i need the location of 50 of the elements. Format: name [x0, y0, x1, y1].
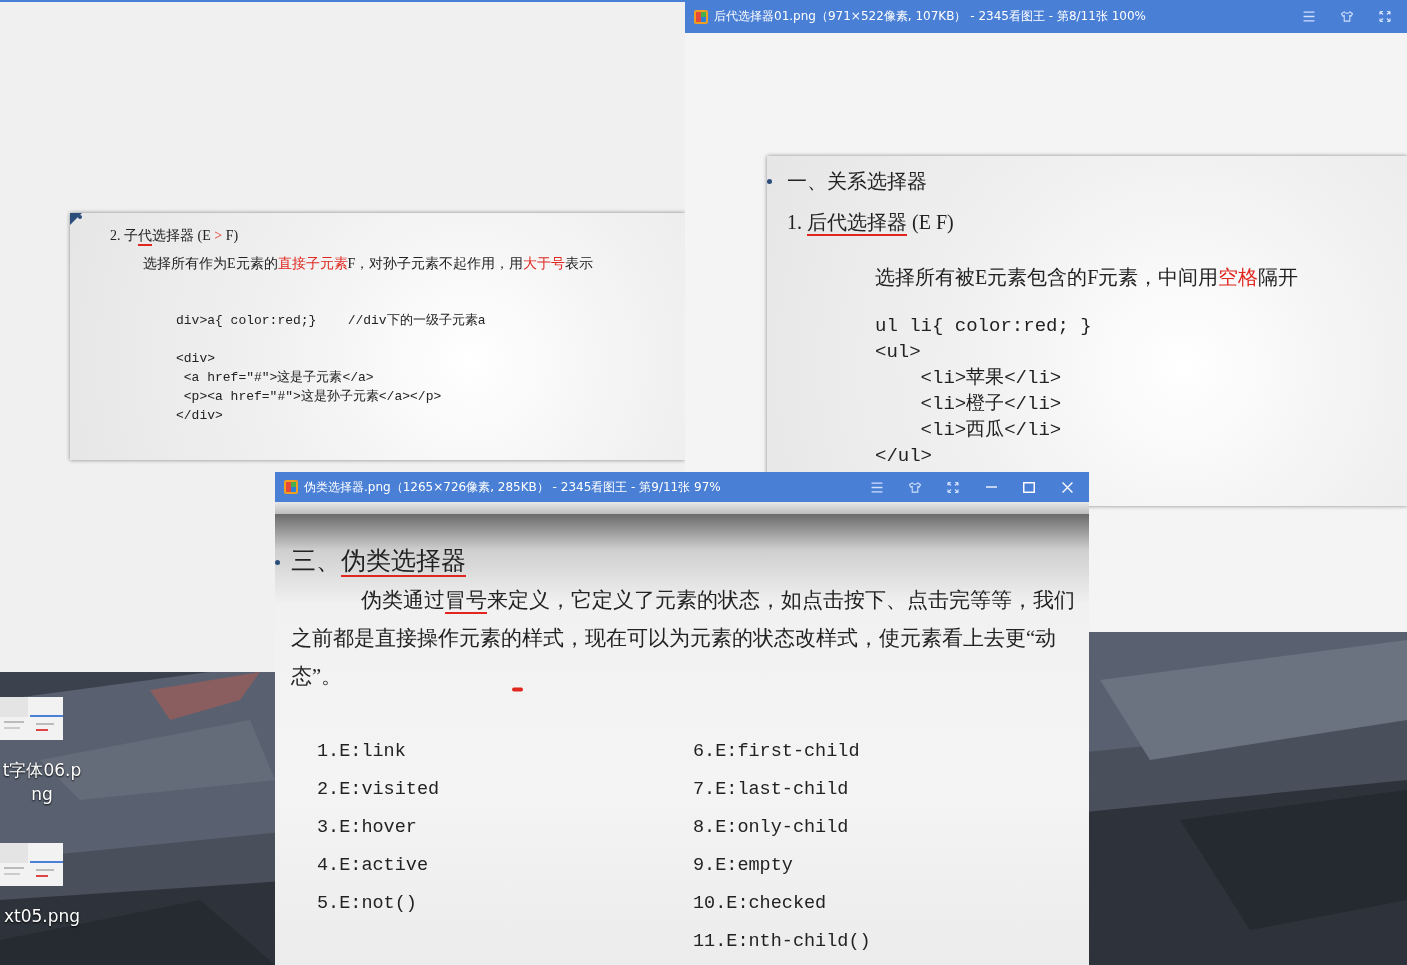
file-name[interactable]: t字体06.png	[0, 758, 84, 806]
code-line: </ul>	[875, 444, 933, 469]
slide-description: 选择所有被E元素包含的F元素，中间用空格隔开	[875, 265, 1300, 290]
minimize-icon	[985, 486, 997, 488]
file-name[interactable]: xt05.png	[0, 904, 84, 928]
slide-paragraph: 伪类通过冒号来定义，它定义了元素的状态，如点击按下、点击完等等，我们之前都是直接操作元素的样式，现在可以为元素的状态改样式，使元素看上去更“动态”。	[291, 588, 1076, 689]
list-item: 2.E:visited	[317, 778, 441, 802]
slide-heading: 2. 子代选择器 (E > F)	[110, 227, 685, 245]
list-item: 6.E:first-child	[693, 740, 861, 764]
bullet-icon	[275, 560, 280, 565]
code-line: </div>	[176, 407, 224, 425]
slide-heading: 1. 后代选择器 (E F)	[787, 209, 1407, 236]
slide-description: 选择所有作为E元素的直接子元素F，对孙子元素不起作用，用大于号表示	[143, 255, 595, 273]
shirt-icon	[909, 481, 921, 493]
code-line: <div>	[176, 350, 216, 368]
shirt-icon	[1341, 11, 1353, 22]
list-item: 9.E:empty	[693, 854, 794, 878]
slide-section-title: 一、关系选择器	[787, 169, 928, 194]
maximize-icon	[1023, 481, 1035, 493]
slide-heading: 三、伪类选择器	[291, 544, 1089, 577]
menu-icon	[1303, 11, 1315, 22]
code-line: <ul>	[875, 340, 922, 365]
list-item: 10.E:checked	[693, 892, 828, 916]
image-thumbnail-icon[interactable]	[0, 697, 63, 740]
list-item: 3.E:hover	[317, 816, 418, 840]
list-item: 8.E:only-child	[693, 816, 850, 840]
bullet-icon	[767, 179, 772, 184]
code-line: <p><a href="#">这是孙子元素</a></p>	[182, 388, 443, 406]
app-logo-icon	[284, 480, 298, 494]
window-title: 伪类选择器.png（1265×726像素, 285KB） - 2345看图王 - 第9/11张 97%	[304, 478, 722, 496]
code-line: <li>橙子</li>	[919, 392, 1063, 417]
code-line: div>a{ color:red;} //div下的一级子元素a	[176, 312, 487, 329]
fullscreen-icon	[1379, 11, 1391, 22]
app-logo-icon	[694, 9, 708, 24]
menu-icon	[871, 481, 883, 493]
list-item: 11.E:nth-child()	[693, 930, 872, 954]
code-line: <li>西瓜</li>	[919, 418, 1063, 443]
image-thumbnail-icon[interactable]	[0, 843, 63, 886]
window-title: 后代选择器01.png（971×522像素, 107KB） - 2345看图王 - 第8/11张 100%	[714, 8, 1147, 25]
close-icon	[1061, 481, 1073, 493]
list-item: 4.E:active	[317, 854, 430, 878]
code-line: ul li{ color:red; }	[875, 314, 1093, 339]
list-item: 1.E:link	[317, 740, 407, 764]
fullscreen-icon	[947, 481, 959, 493]
code-line: <a href="#">这是子元素</a>	[182, 369, 375, 387]
ink-mark	[512, 687, 524, 692]
list-item: 5.E:not()	[317, 892, 418, 916]
corner-mark-icon	[70, 213, 82, 225]
code-line: <li>苹果</li>	[919, 366, 1063, 391]
list-item: 7.E:last-child	[693, 778, 850, 802]
